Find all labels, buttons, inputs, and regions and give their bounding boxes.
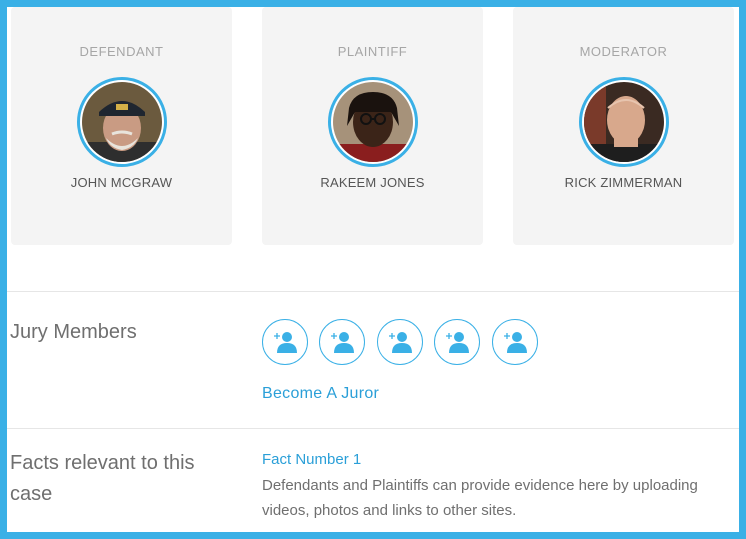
- add-juror-button-3[interactable]: [377, 319, 423, 365]
- add-user-icon: [446, 332, 469, 353]
- add-user-icon: [504, 332, 527, 353]
- add-user-icon: [331, 332, 354, 353]
- moderator-card: MODERATOR RICK ZIMMERMAN: [513, 7, 734, 245]
- moderator-avatar[interactable]: [578, 77, 669, 167]
- moderator-name: RICK ZIMMERMAN: [564, 175, 683, 190]
- jury-members-title: Jury Members: [10, 321, 137, 343]
- plaintiff-role-label: PLAINTIFF: [337, 44, 408, 59]
- facts-title-line-2: case: [10, 483, 53, 505]
- moderator-photo: [583, 82, 664, 162]
- facts-section-title: Facts relevant to this case: [10, 448, 195, 510]
- plaintiff-avatar[interactable]: [327, 77, 418, 167]
- add-juror-button-2[interactable]: [319, 319, 365, 365]
- fact-description: Defendants and Plaintiffs can provide ev…: [262, 477, 698, 519]
- defendant-card: DEFENDANT JOHN MCGRAW: [11, 7, 232, 245]
- participants-row: DEFENDANT JOHN MCGRAW PLAINTIFF RAKEEM J…: [7, 7, 739, 247]
- add-user-icon: [274, 332, 297, 353]
- defendant-photo: [81, 82, 162, 162]
- defendant-role-label: DEFENDANT: [79, 44, 164, 59]
- divider: [7, 428, 739, 429]
- facts-title-line-1: Facts relevant to this: [10, 452, 195, 474]
- add-juror-button-1[interactable]: [262, 319, 308, 365]
- plaintiff-name: RAKEEM JONES: [320, 175, 425, 190]
- plaintiff-photo: [332, 82, 413, 162]
- fact-title-link[interactable]: Fact Number 1: [262, 451, 361, 468]
- case-page: DEFENDANT JOHN MCGRAW PLAINTIFF RAKEEM J…: [7, 7, 739, 532]
- plaintiff-card: PLAINTIFF RAKEEM JONES: [262, 7, 483, 245]
- defendant-name: JOHN MCGRAW: [70, 175, 173, 190]
- add-juror-button-5[interactable]: [492, 319, 538, 365]
- add-juror-button-4[interactable]: [434, 319, 480, 365]
- moderator-role-label: MODERATOR: [579, 44, 668, 59]
- divider: [7, 291, 739, 292]
- defendant-avatar[interactable]: [76, 77, 167, 167]
- add-user-icon: [389, 332, 412, 353]
- become-juror-link[interactable]: Become A Juror: [262, 385, 379, 403]
